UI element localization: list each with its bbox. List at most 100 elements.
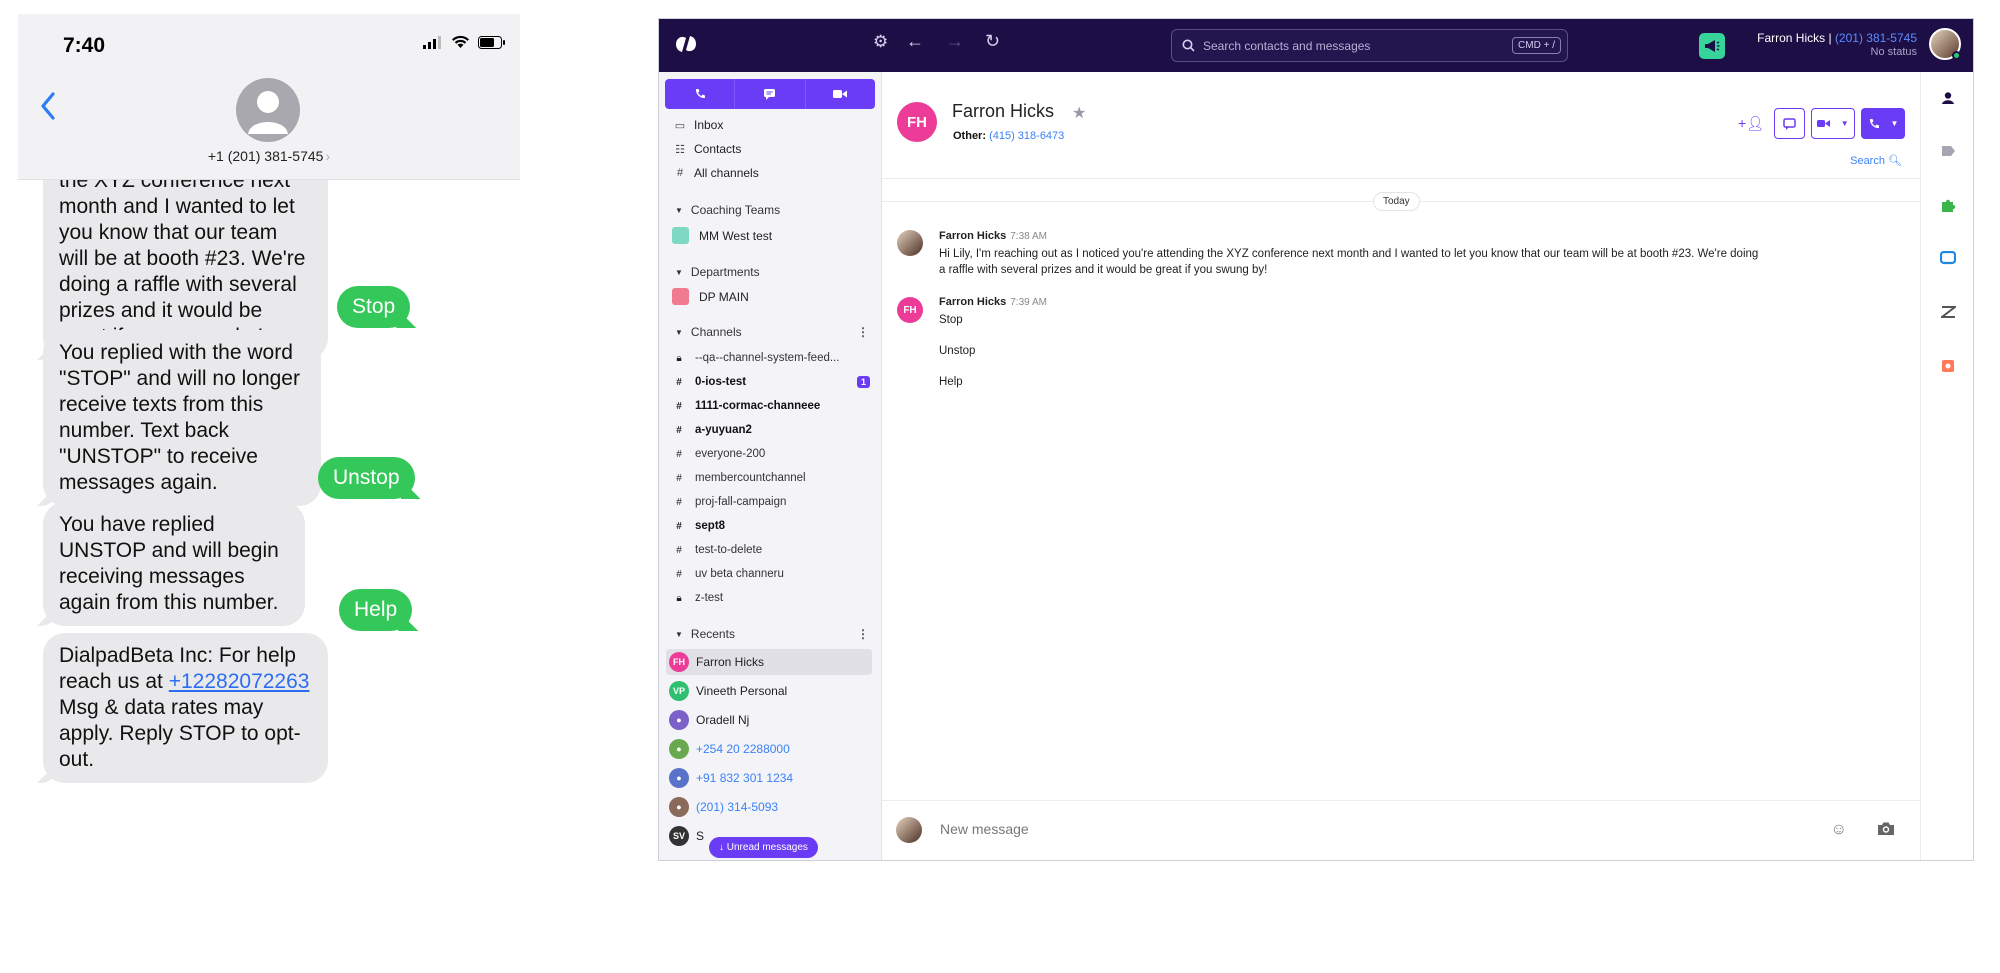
- recent-item[interactable]: ● (201) 314-5093: [666, 794, 872, 820]
- hash-icon: #: [676, 568, 682, 580]
- call-tab[interactable]: [665, 79, 736, 109]
- message-line: Hi Lily, I'm reaching out as I noticed y…: [939, 248, 1759, 260]
- sender-avatar[interactable]: [897, 230, 923, 256]
- channel-item[interactable]: # everyone-200: [674, 448, 870, 460]
- hash-icon: #: [676, 496, 682, 508]
- screen-share-icon[interactable]: [1939, 249, 1957, 267]
- new-message-input[interactable]: New message: [940, 821, 1029, 837]
- more-options-icon[interactable]: ⋮: [857, 627, 869, 641]
- collapse-triangle-icon: ▼: [675, 327, 683, 337]
- video-tab[interactable]: [806, 79, 875, 109]
- wifi-icon: [452, 35, 469, 48]
- department-label: DP MAIN: [699, 289, 749, 304]
- channel-item[interactable]: # a-yuyuan2: [674, 424, 870, 436]
- nav-label: All channels: [694, 166, 759, 180]
- forward-arrow-icon[interactable]: →: [946, 31, 964, 52]
- hash-icon: #: [676, 376, 682, 388]
- channel-item[interactable]: #1111-cormac-channeee: [674, 400, 870, 412]
- favorite-star-icon[interactable]: ★: [1072, 103, 1086, 123]
- channel-label: test-to-delete: [695, 544, 763, 556]
- recent-label: S: [696, 829, 705, 843]
- conversation-search-link[interactable]: Search 🔍︎: [1850, 154, 1902, 167]
- sender-name: Farron Hicks: [939, 230, 1007, 242]
- phone-header: 7:40 +1 (201) 381-5745 ›: [18, 14, 520, 180]
- lock-icon: 🔒︎: [676, 592, 682, 604]
- user-status[interactable]: No status: [1871, 46, 1917, 58]
- contact-number[interactable]: +1 (201) 381-5745 ›: [18, 148, 520, 164]
- composer-avatar: [896, 817, 922, 843]
- channel-item[interactable]: # proj-fall-campaign: [674, 496, 870, 508]
- incoming-message: DialpadBeta Inc: For help reach us at +1…: [43, 633, 328, 783]
- settings-gear-icon[interactable]: ⚙: [873, 32, 888, 52]
- section-departments[interactable]: ▼ Departments: [675, 265, 869, 279]
- puzzle-integration-icon[interactable]: [1939, 196, 1957, 214]
- nav-inbox[interactable]: ▭ Inbox: [674, 118, 724, 132]
- unread-messages-button[interactable]: ↓ Unread messages: [709, 837, 818, 858]
- user-identity[interactable]: Farron Hicks | (201) 381-5745: [1757, 31, 1917, 45]
- recent-item[interactable]: ● +254 20 2288000: [666, 736, 872, 762]
- back-arrow-icon[interactable]: ←: [906, 31, 924, 52]
- video-call-button[interactable]: ▼: [1811, 108, 1855, 139]
- channel-item[interactable]: #0-ios-test 1: [674, 376, 870, 388]
- hash-icon: #: [676, 544, 682, 556]
- channel-label: 0-ios-test: [695, 376, 747, 388]
- channel-item[interactable]: # membercountchannel: [674, 472, 870, 484]
- nav-all-channels[interactable]: # All channels: [674, 166, 759, 180]
- contact-name[interactable]: Farron Hicks: [952, 101, 1054, 122]
- other-label: Other:: [953, 130, 986, 142]
- message-tab[interactable]: [735, 79, 806, 109]
- contact-avatar-icon[interactable]: [236, 78, 300, 142]
- message-button[interactable]: [1774, 108, 1805, 139]
- message-body: Hi Lily, I'm reaching out as I noticed y…: [939, 246, 1899, 278]
- phone-link[interactable]: +12282072263: [169, 670, 310, 693]
- tag-icon[interactable]: [1939, 142, 1957, 160]
- channel-item[interactable]: # test-to-delete: [674, 544, 870, 556]
- contact-number-text: +1 (201) 381-5745: [207, 148, 324, 164]
- call-button[interactable]: ▼: [1861, 108, 1905, 139]
- phone-icon: [1869, 118, 1879, 128]
- inbox-icon: ▭: [674, 119, 686, 132]
- back-chevron-icon[interactable]: [40, 92, 56, 120]
- refresh-icon[interactable]: ↻: [985, 31, 1000, 52]
- recent-avatar: FH: [669, 652, 689, 672]
- outgoing-message: Stop: [337, 286, 411, 328]
- contact-details-icon[interactable]: [1939, 89, 1957, 107]
- recent-item[interactable]: ● Oradell Nj: [666, 707, 872, 733]
- section-recents[interactable]: ▼ Recents ⋮: [675, 627, 869, 641]
- conversation-actions: +👤︎ ▼ ▼: [1738, 108, 1905, 139]
- channel-item[interactable]: # sept8: [674, 520, 870, 532]
- user-name: Farron Hicks |: [1757, 31, 1832, 45]
- collapse-triangle-icon: ▼: [675, 205, 683, 215]
- emoji-icon[interactable]: ☺: [1831, 821, 1847, 839]
- dialpad-logo-icon: [676, 36, 696, 52]
- recent-item[interactable]: VP Vineeth Personal: [666, 678, 872, 704]
- department-item[interactable]: DP MAIN: [672, 288, 749, 305]
- channel-item[interactable]: 🔒︎ z-test: [674, 592, 870, 604]
- channel-item[interactable]: # uv beta channeru: [674, 568, 870, 580]
- sender-avatar[interactable]: FH: [897, 297, 923, 323]
- announcements-megaphone-icon[interactable]: [1699, 33, 1725, 59]
- hubspot-icon[interactable]: [1939, 357, 1957, 375]
- nav-contacts[interactable]: ☷ Contacts: [674, 142, 741, 156]
- recent-item[interactable]: ● +91 832 301 1234: [666, 765, 872, 791]
- search-bar[interactable]: Search contacts and messages CMD + /: [1171, 29, 1568, 62]
- camera-icon[interactable]: [1877, 821, 1895, 836]
- hash-icon: #: [676, 448, 682, 460]
- other-phone-link[interactable]: (415) 318-6473: [989, 130, 1064, 142]
- section-coaching-teams[interactable]: ▼ Coaching Teams: [675, 203, 869, 217]
- zendesk-icon[interactable]: [1939, 303, 1957, 321]
- contact-avatar[interactable]: FH: [897, 102, 937, 142]
- team-label: MM West test: [699, 228, 773, 243]
- channel-label: z-test: [695, 592, 724, 604]
- status-time: 7:40: [63, 34, 106, 57]
- add-person-icon[interactable]: +👤︎: [1738, 115, 1764, 132]
- divider: [882, 800, 1920, 801]
- team-item[interactable]: MM West test: [672, 227, 772, 244]
- recent-avatar: VP: [669, 681, 689, 701]
- more-options-icon[interactable]: ⋮: [857, 325, 869, 339]
- recent-item[interactable]: FH Farron Hicks: [666, 649, 872, 675]
- incoming-message: You replied with the word "STOP" and wil…: [43, 330, 321, 506]
- section-channels[interactable]: ▼ Channels ⋮: [675, 325, 869, 339]
- channel-item[interactable]: 🔒︎ --qa--channel-system-feed...: [674, 352, 870, 364]
- search-icon: 🔍︎: [1888, 155, 1902, 167]
